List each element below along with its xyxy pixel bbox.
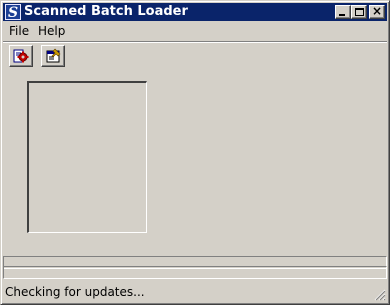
maximize-button[interactable] (351, 5, 367, 19)
app-window: S Scanned Batch Loader × File Help Check… (0, 0, 390, 305)
status-text: Checking for updates... (5, 285, 145, 299)
window-title: Scanned Batch Loader (24, 4, 188, 19)
image-preview-pane (27, 81, 147, 233)
settings-button[interactable] (41, 45, 65, 67)
scan-gear-icon (13, 49, 29, 63)
minimize-icon (339, 14, 345, 16)
settings-window-icon (46, 48, 61, 63)
menu-file[interactable]: File (5, 22, 33, 40)
close-button[interactable]: × (369, 5, 385, 19)
maximize-icon (355, 8, 364, 16)
menu-help[interactable]: Help (34, 22, 69, 40)
resize-grip-icon[interactable] (374, 289, 386, 301)
secondary-progress-bar (3, 266, 387, 279)
menu-bar: File Help (3, 22, 387, 40)
app-logo-icon[interactable]: S (5, 4, 21, 21)
minimize-button[interactable] (335, 5, 351, 19)
menu-divider (3, 41, 387, 43)
scan-button[interactable] (9, 45, 33, 67)
title-bar[interactable]: S Scanned Batch Loader × (3, 3, 387, 21)
close-icon: × (371, 4, 383, 18)
